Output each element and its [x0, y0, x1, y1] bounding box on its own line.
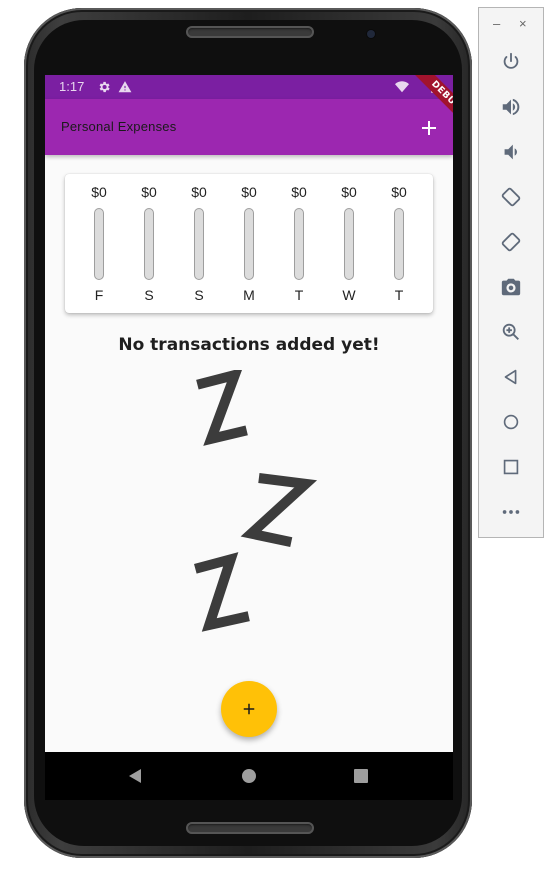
zzz-sleep-icon — [194, 370, 318, 632]
back-icon[interactable] — [125, 766, 145, 786]
bar-amount: $0 — [291, 184, 307, 200]
bar-track — [194, 208, 204, 280]
app-title: Personal Expenses — [61, 119, 177, 134]
chart-bar: $0 M — [224, 174, 274, 313]
bar-amount: $0 — [91, 184, 107, 200]
rotate-right-icon[interactable] — [500, 231, 522, 253]
home-icon[interactable] — [239, 766, 259, 786]
bar-day-label: T — [394, 287, 404, 303]
bar-track — [94, 208, 104, 280]
volume-down-icon[interactable] — [500, 141, 522, 163]
minimize-button[interactable]: – — [493, 16, 500, 31]
empty-state-message: No transactions added yet! — [118, 335, 380, 355]
bar-amount: $0 — [341, 184, 357, 200]
bar-track — [244, 208, 254, 280]
app-screen: 1:17 Personal Expenses DEBUG $0 F $0 S $… — [45, 75, 453, 752]
zoom-icon[interactable] — [500, 321, 522, 343]
close-button[interactable]: × — [519, 16, 527, 31]
chart-bar: $0 S — [174, 174, 224, 313]
chart-bar: $0 T — [374, 174, 424, 313]
front-camera — [367, 30, 375, 38]
rotate-left-icon[interactable] — [500, 186, 522, 208]
weekly-chart-card: $0 F $0 S $0 S $0 M $0 T $0 W $0 T — [65, 174, 433, 313]
power-icon[interactable] — [500, 51, 522, 73]
add-icon[interactable] — [417, 116, 441, 140]
add-transaction-fab[interactable] — [221, 681, 277, 737]
bar-track — [294, 208, 304, 280]
bar-day-label: M — [243, 287, 255, 303]
bar-track — [144, 208, 154, 280]
overview-icon[interactable] — [500, 456, 522, 478]
bar-amount: $0 — [241, 184, 257, 200]
chart-bar: $0 S — [124, 174, 174, 313]
status-time: 1:17 — [59, 79, 85, 94]
bar-day-label: W — [342, 287, 356, 303]
bar-day-label: S — [194, 287, 204, 303]
add-icon — [243, 703, 255, 715]
camera-icon[interactable] — [500, 276, 522, 298]
top-speaker — [186, 26, 314, 38]
status-bar: 1:17 — [45, 75, 453, 99]
bar-track — [344, 208, 354, 280]
bar-day-label: F — [94, 287, 104, 303]
chart-bar: $0 F — [74, 174, 124, 313]
alert-icon — [118, 81, 132, 93]
bar-amount: $0 — [391, 184, 407, 200]
chart-bar: $0 T — [274, 174, 324, 313]
recents-icon[interactable] — [351, 766, 371, 786]
bar-day-label: S — [144, 287, 154, 303]
home-icon[interactable] — [500, 411, 522, 433]
system-nav-bar — [45, 752, 453, 800]
bar-amount: $0 — [141, 184, 157, 200]
app-bar: Personal Expenses — [45, 99, 453, 155]
volume-up-icon[interactable] — [500, 96, 522, 118]
wifi-icon — [395, 81, 409, 93]
bottom-speaker — [186, 822, 314, 834]
bar-track — [394, 208, 404, 280]
chart-bar: $0 W — [324, 174, 374, 313]
bar-day-label: T — [294, 287, 304, 303]
more-icon[interactable] — [500, 501, 522, 523]
bar-amount: $0 — [191, 184, 207, 200]
emulator-toolbar: – × — [478, 7, 544, 538]
back-icon[interactable] — [500, 366, 522, 388]
battery-icon — [431, 81, 437, 93]
settings-icon — [99, 81, 110, 93]
